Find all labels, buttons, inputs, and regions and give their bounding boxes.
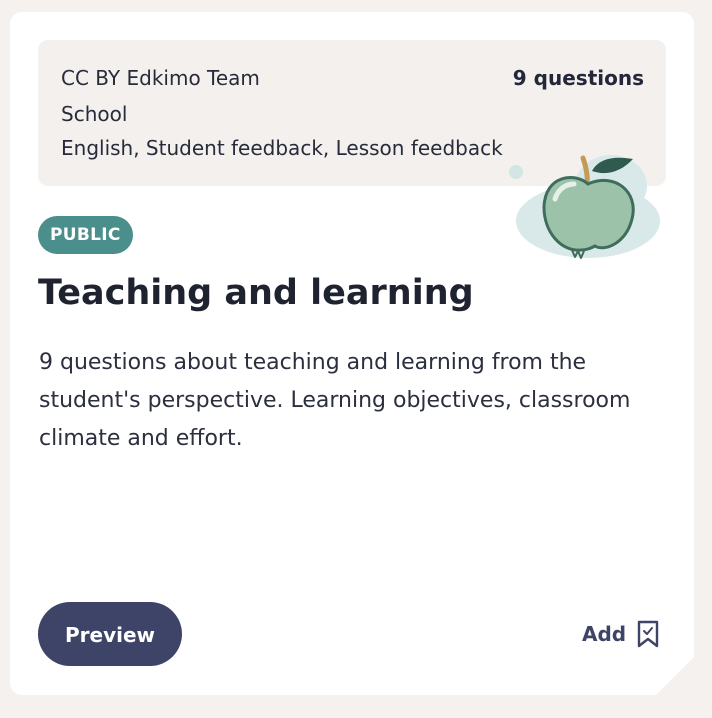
template-card: CC BY Edkimo Team School English, Studen… [10,12,694,695]
license-author: CC BY Edkimo Team [61,66,260,90]
preview-button[interactable]: Preview [38,602,182,666]
apple-icon [505,141,665,261]
add-button[interactable]: Add [582,619,660,649]
school-type: School [61,102,128,126]
template-tags: English, Student feedback, Lesson feedba… [61,136,503,160]
template-title: Teaching and learning [38,273,474,313]
bookmark-check-icon [636,620,660,648]
question-count: 9 questions [512,66,644,90]
add-label: Add [582,622,627,646]
template-description: 9 questions about teaching and learning … [39,350,631,451]
visibility-badge: PUBLIC [38,216,133,254]
